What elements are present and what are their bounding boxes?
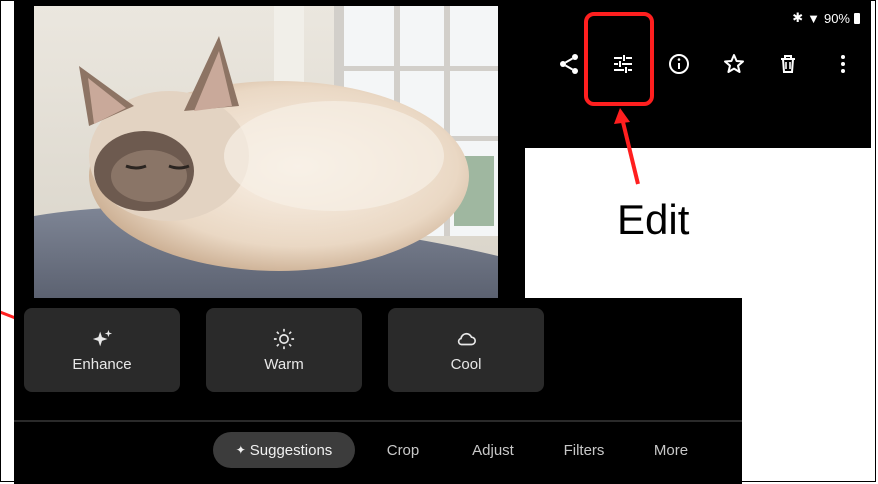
battery-icon bbox=[854, 12, 860, 24]
share-icon[interactable] bbox=[551, 46, 587, 82]
status-bar: ✱ ▼ 90% bbox=[792, 10, 860, 26]
more-vert-icon[interactable] bbox=[825, 46, 861, 82]
left-edge bbox=[14, 0, 34, 300]
photo-preview[interactable] bbox=[34, 6, 498, 298]
tab-filters-label: Filters bbox=[563, 441, 605, 459]
tab-adjust-label: Adjust bbox=[472, 441, 514, 459]
annotation-panel bbox=[525, 148, 878, 298]
wifi-icon: ▼ bbox=[807, 10, 820, 26]
edit-annotation-label: Edit bbox=[617, 196, 690, 243]
sparkle-icon: ✦ bbox=[235, 443, 246, 457]
bluetooth-icon: ✱ bbox=[792, 10, 804, 25]
annotation-arrow-up bbox=[614, 108, 640, 185]
star-icon[interactable] bbox=[716, 46, 752, 82]
edit-highlight-box bbox=[584, 12, 654, 106]
tab-suggestions-label: Suggestions bbox=[249, 441, 333, 459]
cool-label: Cool bbox=[450, 355, 482, 373]
sun-icon bbox=[273, 328, 295, 349]
cloud-icon bbox=[457, 332, 476, 345]
edit-suggestions-panel: Enhance Warm Cool ✦ Suggestions Crop Adj… bbox=[14, 298, 742, 484]
trash-icon[interactable] bbox=[770, 46, 806, 82]
enhance-button[interactable]: Enhance bbox=[24, 308, 180, 392]
tab-suggestions[interactable]: ✦ Suggestions bbox=[213, 432, 355, 468]
cat-photo bbox=[34, 6, 498, 298]
edit-tabs: ✦ Suggestions Crop Adjust Filters More bbox=[14, 432, 742, 468]
cool-button[interactable]: Cool bbox=[388, 308, 544, 392]
panel-divider bbox=[14, 420, 742, 422]
info-icon[interactable] bbox=[661, 46, 697, 82]
sparkle-icon bbox=[92, 329, 113, 346]
battery-level: 90% bbox=[823, 10, 850, 26]
enhance-label: Enhance bbox=[72, 355, 132, 373]
tab-more[interactable]: More bbox=[644, 432, 698, 468]
tab-crop-label: Crop bbox=[386, 441, 420, 459]
tab-adjust[interactable]: Adjust bbox=[463, 432, 523, 468]
warm-label: Warm bbox=[264, 355, 304, 373]
warm-button[interactable]: Warm bbox=[206, 308, 362, 392]
photo-gutter bbox=[498, 0, 525, 300]
tab-more-label: More bbox=[653, 441, 689, 459]
tab-filters[interactable]: Filters bbox=[554, 432, 614, 468]
tab-crop[interactable]: Crop bbox=[376, 432, 430, 468]
